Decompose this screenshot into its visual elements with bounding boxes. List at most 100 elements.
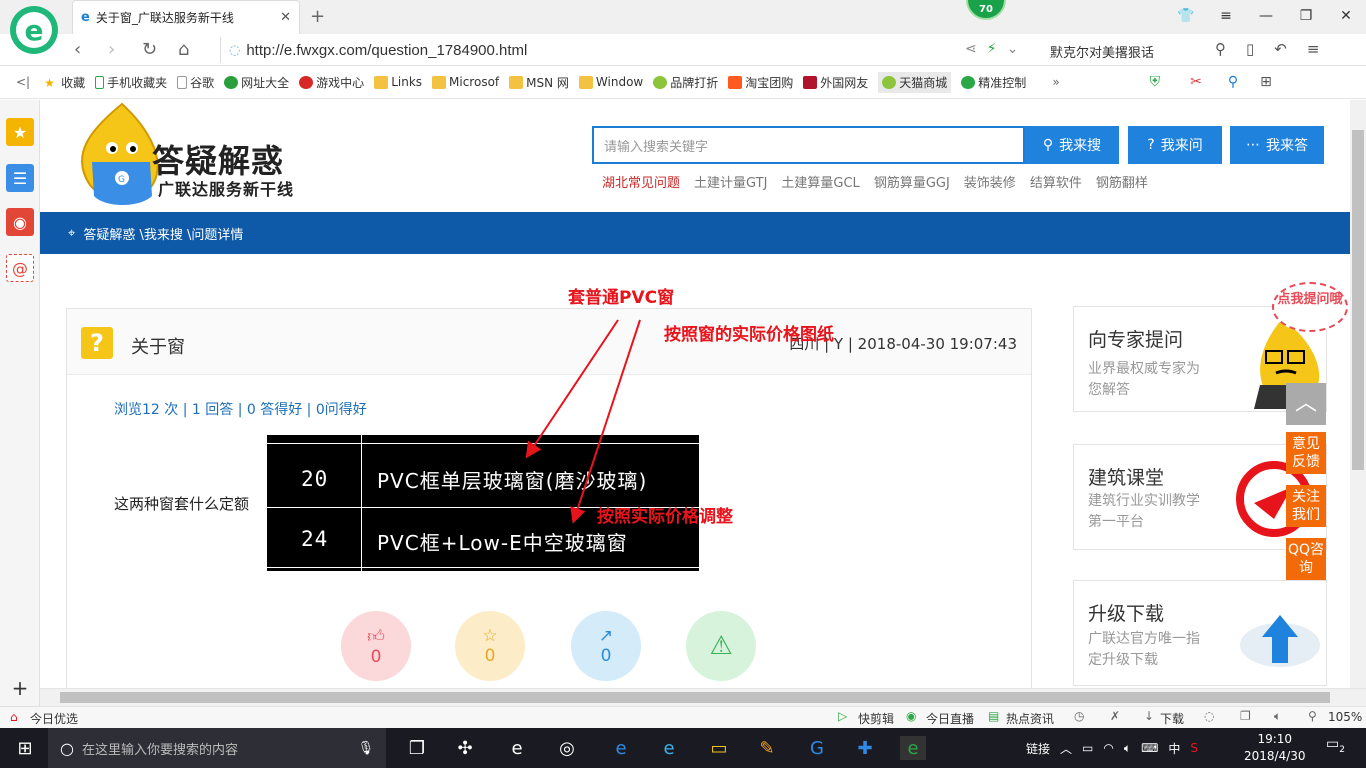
restore-icon[interactable]: ❐ (1286, 0, 1326, 34)
keyboard-icon[interactable]: ⌨ (1141, 741, 1158, 755)
folder-icon[interactable]: ▭ (706, 736, 732, 760)
window-controls: 👕 ≡ — ❐ ✕ (1166, 0, 1366, 34)
window-icon[interactable]: ❐ (1240, 709, 1251, 723)
grid-icon[interactable]: ⊞ (1260, 74, 1272, 90)
collapse-icon[interactable]: <| (16, 75, 30, 89)
ime-indicator[interactable]: 中 (1168, 740, 1180, 757)
zoom-level[interactable]: 105% (1328, 710, 1362, 724)
url-field[interactable]: ◌ http://e.fwxgx.com/question_1784900.ht… (220, 37, 1035, 63)
mute-icon[interactable]: 🔈︎ (1274, 709, 1281, 724)
arrow-line (570, 319, 641, 524)
add-icon[interactable]: + (6, 674, 34, 702)
bookmark-item[interactable]: 手机收藏夹 (95, 74, 167, 91)
bookmark-folder[interactable]: Window (578, 75, 643, 89)
weibo-icon[interactable]: ◉ (6, 208, 34, 236)
lightning-icon[interactable]: ⚡ (987, 41, 997, 57)
news-icon: ▤ (988, 709, 1000, 723)
menu-icon[interactable]: ≡ (1206, 0, 1246, 34)
mail-icon[interactable]: @ (6, 254, 34, 282)
mic-icon[interactable]: 🎙︎ (357, 741, 374, 756)
tools-icon[interactable]: ✗ (1110, 709, 1120, 723)
bookmark-bar: <| ★ 收藏 手机收藏夹 谷歌 网址大全 游戏中心 Links Microsof… (0, 66, 1366, 99)
new-tab-icon[interactable]: + (310, 6, 325, 27)
follow-button[interactable]: 关注我们 (1286, 485, 1326, 527)
refresh-icon[interactable]: ↻ (142, 39, 157, 60)
more-icon[interactable]: ≡ (1307, 40, 1320, 58)
volume-icon[interactable]: 🔈︎ (1124, 741, 1131, 756)
badge-counter[interactable]: 70 (966, 0, 1006, 20)
ie-favicon-icon: e (81, 10, 90, 25)
close-icon[interactable]: ✕ (1326, 0, 1366, 34)
feedback-button[interactable]: 意见反馈 (1286, 432, 1326, 474)
minimize-icon[interactable]: — (1246, 0, 1286, 34)
status-item[interactable]: 下载 (1160, 710, 1184, 727)
share-icon[interactable]: ⋖ (965, 41, 977, 57)
status-item[interactable]: 快剪辑 (858, 710, 894, 727)
forward-icon[interactable]: › (108, 39, 115, 60)
status-item[interactable]: 今日直播 (926, 710, 974, 727)
magnifier-icon[interactable]: ⚲ (1228, 74, 1238, 90)
swirl-icon[interactable]: ◎ (554, 736, 580, 760)
today-pick-link[interactable]: 今日优选 (30, 710, 78, 727)
mobile-icon[interactable]: ▯ (1246, 40, 1254, 58)
horizontal-scrollbar[interactable] (40, 688, 1366, 706)
search-suggestion[interactable]: 默克尔对美撂狠话 (1050, 42, 1154, 61)
task-view-icon[interactable]: ❐ (404, 736, 430, 760)
sogou-icon[interactable]: S (1190, 741, 1198, 755)
bookmark-folder[interactable]: Microsof (432, 75, 499, 89)
bookmark-item[interactable]: 品牌打折 (653, 74, 718, 91)
bookmark-item[interactable]: 游戏中心 (299, 74, 364, 91)
pinwheel-icon[interactable]: ✣ (452, 736, 478, 760)
bookmark-item[interactable]: 淘宝团购 (728, 74, 793, 91)
bookmark-item[interactable]: ★ 收藏 (44, 74, 85, 91)
active-browser-icon[interactable]: e (900, 736, 926, 760)
browser-tab[interactable]: e 关于窗_广联达服务新干线 ✕ (72, 0, 300, 34)
notes-icon[interactable]: ✎ (754, 736, 780, 760)
qq-consult-button[interactable]: QQ咨询 (1286, 538, 1326, 580)
shield-icon: ◌ (229, 42, 241, 58)
undo-icon[interactable]: ↶ (1274, 40, 1287, 58)
bookmark-item[interactable]: 谷歌 (177, 74, 214, 91)
search-icon[interactable]: ⚲ (1215, 40, 1226, 58)
shield-green-icon[interactable]: ⛨ (1150, 74, 1161, 90)
reader-icon[interactable]: ☰ (6, 164, 34, 192)
favorites-icon[interactable]: ★ (6, 118, 34, 146)
tab-title: 关于窗_广联达服务新干线 (95, 11, 234, 25)
back-to-top-icon[interactable]: ︿ (1286, 383, 1326, 425)
left-sidebar: ★ ☰ ◉ @ + (0, 100, 40, 706)
tray-link[interactable]: 链接 (1026, 740, 1050, 757)
bookmark-item[interactable]: 天猫商城 (878, 71, 952, 93)
zoom-icon: ⚲ (1308, 709, 1317, 723)
more-bookmarks-icon[interactable]: » (1052, 75, 1059, 89)
bookmark-folder[interactable]: MSN 网 (509, 74, 569, 91)
bookmark-folder[interactable]: Links (374, 75, 422, 89)
scissors-icon[interactable]: ✂ (1190, 74, 1202, 90)
download-box[interactable]: 升级下载 广联达官方唯一指定升级下载 (1073, 580, 1327, 686)
clock[interactable]: 19:10 2018/4/30 (1244, 731, 1306, 765)
cleanup-icon[interactable]: ◌ (1204, 709, 1214, 723)
browser-e-icon[interactable]: e (504, 736, 530, 760)
back-icon[interactable]: ‹ (74, 39, 81, 60)
chevron-up-icon[interactable]: ︿ (1060, 740, 1072, 757)
battery-icon[interactable]: ▭ (1082, 741, 1093, 755)
notification-icon[interactable]: ▭2 (1326, 736, 1345, 755)
home-icon[interactable]: ⌂ (178, 39, 189, 60)
bookmark-item[interactable]: 网址大全 (224, 74, 289, 91)
edge-icon[interactable]: e (608, 736, 634, 760)
plus-app-icon[interactable]: ✚ (852, 736, 878, 760)
shirt-icon[interactable]: 👕 (1166, 0, 1206, 34)
vertical-scrollbar[interactable] (1350, 100, 1366, 688)
chevron-down-icon[interactable]: ⌄ (1007, 41, 1019, 57)
start-icon[interactable]: ⊞ (12, 736, 38, 760)
status-item[interactable]: 热点资讯 (1006, 710, 1054, 727)
g-app-icon[interactable]: G (804, 736, 830, 760)
ask-bubble[interactable]: 点我提问哦 (1272, 282, 1348, 332)
speed-icon[interactable]: ◷ (1074, 709, 1084, 723)
wifi-icon[interactable]: ◠ (1103, 741, 1113, 755)
ie-icon[interactable]: e (656, 736, 682, 760)
tab-close-icon[interactable]: ✕ (280, 10, 291, 25)
browser-logo-icon[interactable]: e (10, 6, 58, 54)
bookmark-item[interactable]: 精准控制 (961, 74, 1026, 91)
bookmark-item[interactable]: 外国网友 (803, 74, 868, 91)
taskbar-search[interactable]: ○ 在这里输入你要搜索的内容 🎙︎ (48, 728, 386, 768)
